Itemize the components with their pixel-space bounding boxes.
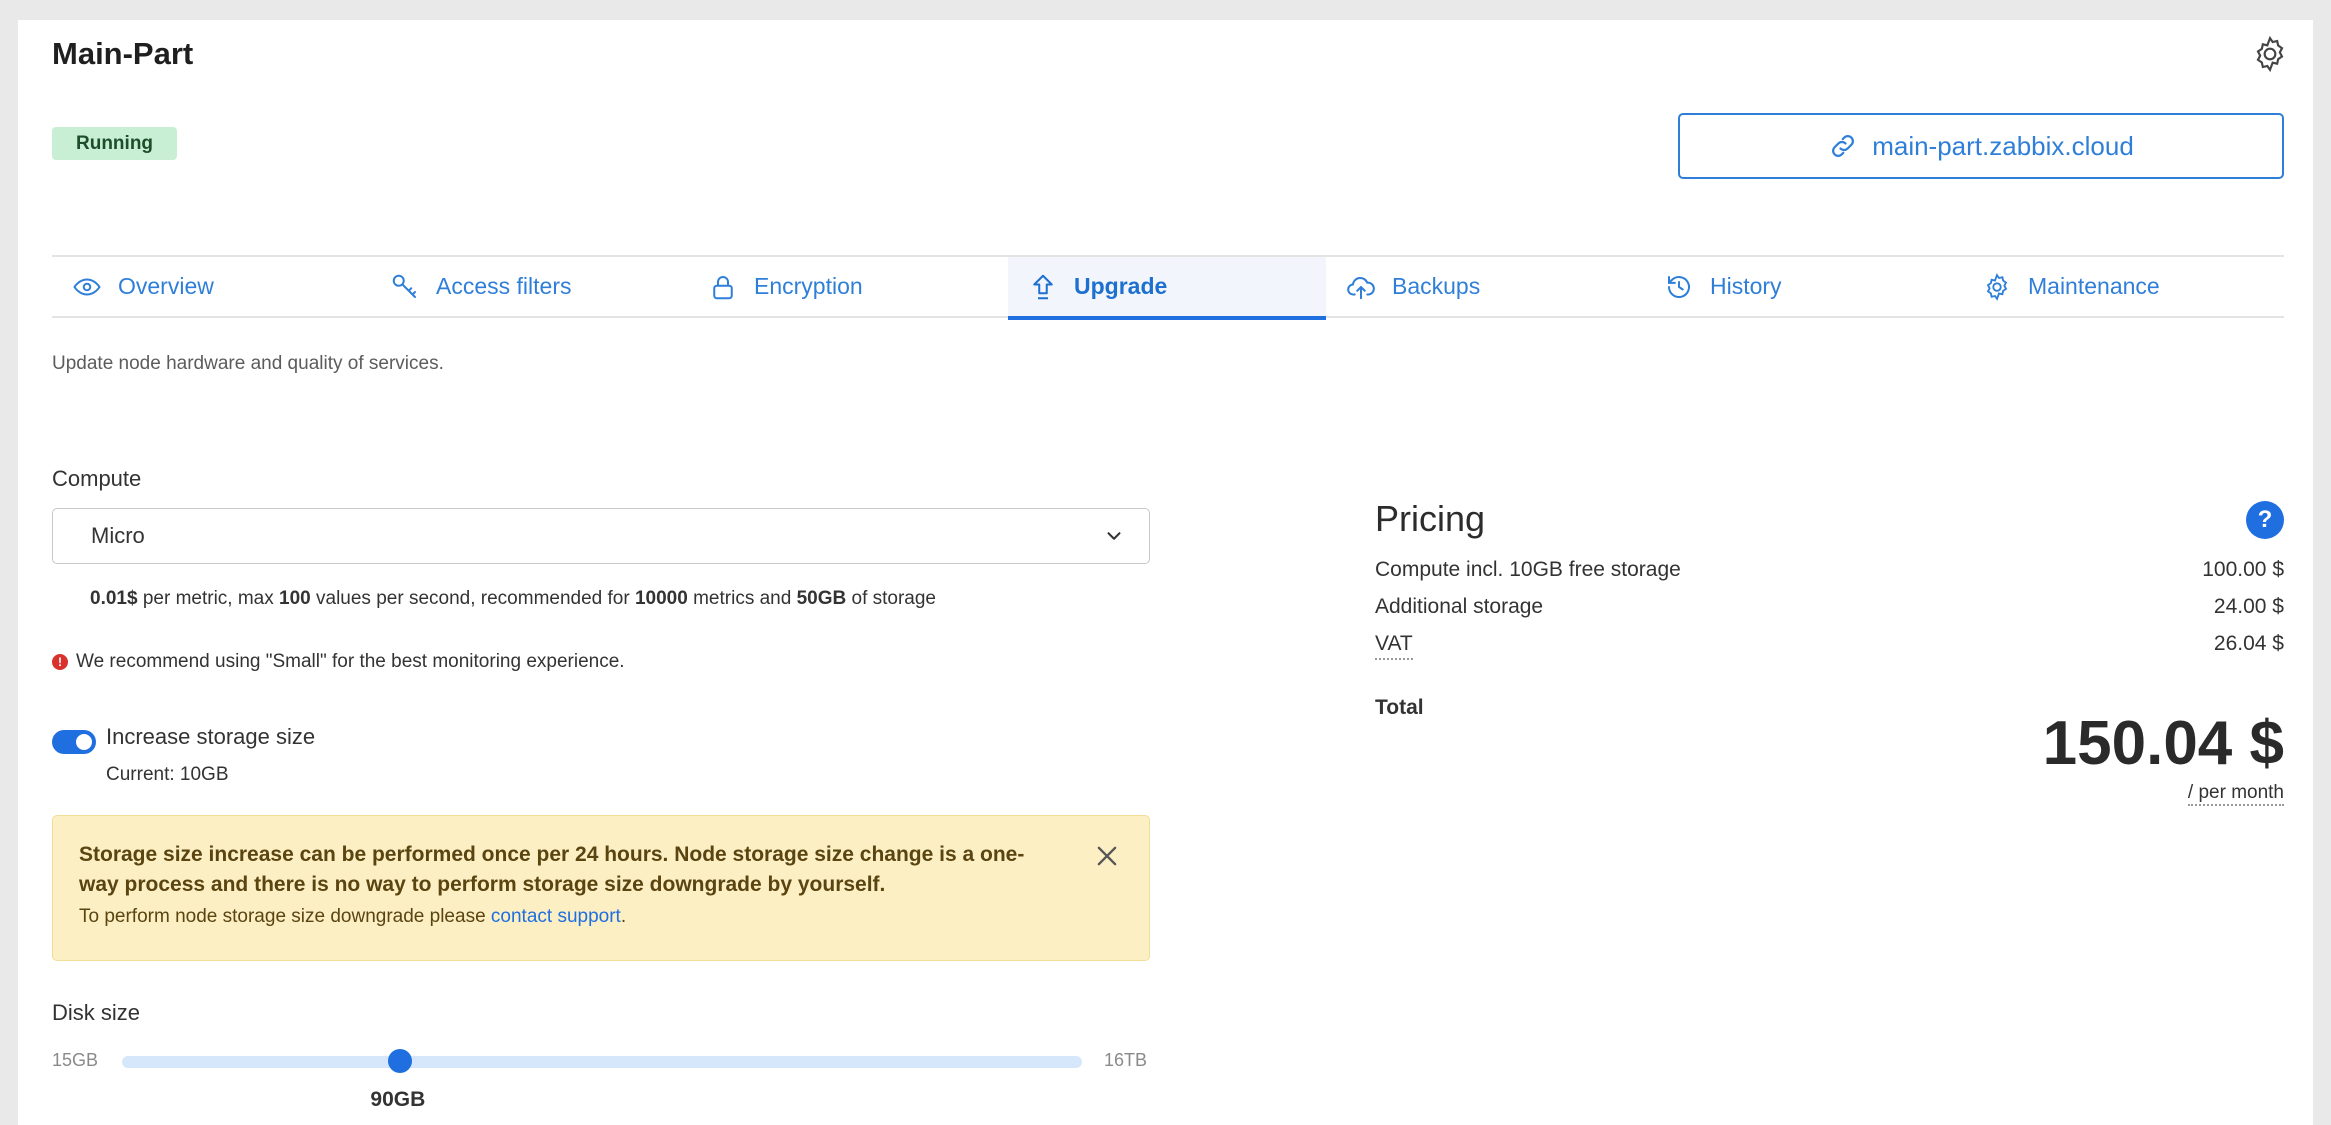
tab-upgrade[interactable]: Upgrade xyxy=(1008,257,1326,316)
alert-title: Storage size increase can be performed o… xyxy=(79,843,1025,896)
total-amount: 150.04 $ xyxy=(2042,709,2284,778)
total-label: Total xyxy=(1375,696,1424,719)
recommended-storage: 50GB xyxy=(796,588,847,609)
price-row-label: VAT xyxy=(1375,632,1413,660)
cloud-upload-icon xyxy=(1347,276,1375,299)
settings-gear-icon[interactable] xyxy=(2250,34,2290,74)
tab-history[interactable]: History xyxy=(1644,257,1962,316)
price-row-amount: 24.00 $ xyxy=(2213,595,2284,618)
tab-maintenance[interactable]: Maintenance xyxy=(1962,257,2280,316)
slider-handle[interactable] xyxy=(388,1049,413,1073)
compute-description: 0.01$ per metric, max 100 values per sec… xyxy=(90,588,936,610)
help-icon[interactable]: ? xyxy=(2246,501,2284,539)
page-title: Main-Part xyxy=(52,36,194,71)
node-url-button[interactable]: main-part.zabbix.cloud xyxy=(1678,113,2284,179)
status-badge: Running xyxy=(52,127,178,160)
contact-support-link[interactable]: contact support xyxy=(491,906,621,927)
billing-period: / per month xyxy=(2187,782,2284,806)
link-icon xyxy=(1832,135,1855,157)
max-values: 100 xyxy=(279,588,311,609)
node-url-text: main-part.zabbix.cloud xyxy=(1872,130,2134,161)
active-tab-indicator xyxy=(1008,316,1326,320)
tab-encryption[interactable]: Encryption xyxy=(688,257,1006,316)
toggle-knob xyxy=(76,734,92,750)
alert-text-body: To perform node storage size downgrade p… xyxy=(79,906,491,927)
current-storage: Current: 10GB xyxy=(106,764,229,785)
page-description: Update node hardware and quality of serv… xyxy=(52,353,444,374)
pricing-title: Pricing xyxy=(1375,498,1486,539)
chevron-down-icon xyxy=(1107,532,1121,540)
price-row-label: Compute incl. 10GB free storage xyxy=(1375,558,1681,581)
tab-overview[interactable]: Overview xyxy=(52,257,370,316)
desc-text: values per second, recommended for xyxy=(310,588,635,609)
tab-label: Overview xyxy=(118,273,214,299)
price-per-metric: 0.01$ xyxy=(90,588,138,609)
history-icon xyxy=(1668,275,1690,298)
disk-size-label: Disk size xyxy=(52,1000,141,1025)
alert-text: To perform node storage size downgrade p… xyxy=(79,906,626,928)
compute-label: Compute xyxy=(52,466,142,491)
lock-icon xyxy=(713,275,733,299)
key-icon xyxy=(392,274,416,298)
eye-icon xyxy=(73,277,101,296)
price-row-label: Additional storage xyxy=(1375,595,1544,618)
tab-label: Encryption xyxy=(754,273,863,299)
recommended-metrics: 10000 xyxy=(634,588,688,609)
desc-text: per metric, max xyxy=(137,588,280,609)
upload-arrow-icon xyxy=(1033,274,1053,299)
price-row-amount: 26.04 $ xyxy=(2213,632,2284,655)
compute-select[interactable]: Micro xyxy=(52,508,1150,564)
tab-label: Backups xyxy=(1392,273,1481,299)
increase-storage-toggle[interactable] xyxy=(52,730,96,754)
alert-text-end: . xyxy=(620,906,627,927)
slider-min-label: 15GB xyxy=(52,1050,99,1070)
tab-access-filters[interactable]: Access filters xyxy=(370,257,688,316)
tab-label: Access filters xyxy=(436,273,572,299)
gear-wrench-icon xyxy=(1986,272,2008,301)
tab-label: Maintenance xyxy=(2028,273,2160,299)
desc-text: of storage xyxy=(846,588,936,609)
tab-label: History xyxy=(1710,273,1782,299)
desc-text: metrics and xyxy=(687,588,797,609)
error-icon: ! xyxy=(52,654,68,670)
disk-size-slider[interactable] xyxy=(122,1056,1082,1068)
compute-warning: ! We recommend using "Small" for the bes… xyxy=(52,651,625,673)
compute-selected-value: Micro xyxy=(91,523,145,548)
node-card: Main-Part Running main-part.zabbix.cloud… xyxy=(18,20,2313,1125)
tab-label: Upgrade xyxy=(1074,273,1168,299)
disk-size-value: 90GB xyxy=(370,1088,426,1111)
close-icon[interactable] xyxy=(1093,842,1121,870)
storage-alert: Storage size increase can be performed o… xyxy=(52,815,1150,961)
vat-label[interactable]: VAT xyxy=(1375,632,1413,660)
tab-backups[interactable]: Backups xyxy=(1326,257,1644,316)
increase-storage-label: Increase storage size xyxy=(106,724,316,749)
slider-max-label: 16TB xyxy=(1104,1050,1148,1070)
price-row-amount: 100.00 $ xyxy=(2202,558,2284,581)
warning-text: We recommend using "Small" for the best … xyxy=(76,651,625,672)
